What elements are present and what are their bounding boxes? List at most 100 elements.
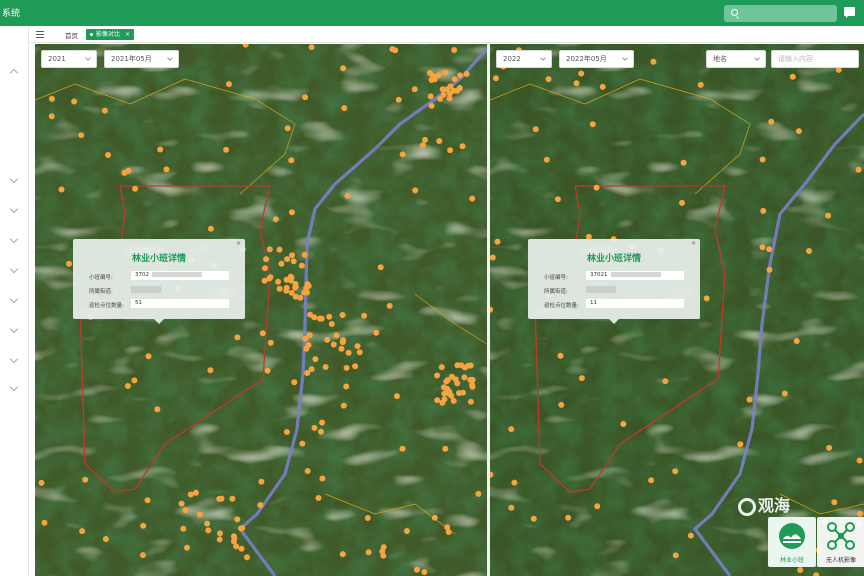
inspection-point[interactable] [192, 489, 199, 496]
inspection-point[interactable] [490, 254, 496, 261]
inspection-point[interactable] [234, 516, 241, 523]
inspection-point[interactable] [662, 378, 669, 385]
inspection-point[interactable] [573, 80, 580, 87]
inspection-point[interactable] [180, 525, 187, 532]
inspection-point[interactable] [857, 510, 864, 517]
inspection-point[interactable] [456, 390, 462, 396]
inspection-point[interactable] [230, 533, 237, 540]
inspection-point[interactable] [411, 86, 418, 93]
inspection-point[interactable] [451, 47, 458, 53]
inspection-point[interactable] [427, 93, 434, 100]
inspection-point[interactable] [365, 549, 372, 556]
inspection-point[interactable] [315, 495, 322, 501]
inspection-point[interactable] [589, 121, 596, 128]
inspection-point[interactable] [121, 169, 128, 176]
inspection-point[interactable] [223, 146, 230, 153]
inspection-point[interactable] [437, 95, 444, 102]
inspection-point[interactable] [746, 396, 753, 403]
inspection-point[interactable] [354, 343, 361, 350]
inspection-point[interactable] [459, 143, 466, 150]
menu-toggle-icon[interactable] [36, 31, 44, 38]
layer-button-forest-plot[interactable]: 林业小班 [768, 517, 816, 567]
inspection-point[interactable] [599, 83, 606, 90]
inspection-point[interactable] [263, 256, 270, 263]
place-type-select[interactable]: 地名 [706, 50, 766, 68]
inspection-point[interactable] [154, 406, 161, 413]
inspection-point[interactable] [532, 126, 539, 133]
inspection-point[interactable] [301, 289, 308, 296]
inspection-point[interactable] [448, 373, 455, 380]
sidebar-collapse-chevron-up-icon[interactable] [9, 68, 19, 78]
inspection-point[interactable] [759, 244, 766, 251]
sidebar-item-chevron-down-icon[interactable] [9, 264, 19, 274]
inspection-point[interactable] [339, 551, 346, 558]
inspection-point[interactable] [283, 287, 290, 294]
inspection-point[interactable] [216, 495, 223, 502]
inspection-point[interactable] [379, 548, 386, 555]
inspection-point[interactable] [82, 476, 89, 483]
inspection-point[interactable] [373, 329, 380, 336]
inspection-point[interactable] [403, 528, 410, 534]
popup-close-icon[interactable]: × [236, 240, 241, 247]
inspection-point[interactable] [793, 338, 800, 344]
inspection-point[interactable] [284, 256, 291, 263]
inspection-point[interactable] [291, 379, 298, 386]
inspection-point[interactable] [311, 424, 318, 431]
inspection-point[interactable] [275, 278, 282, 285]
inspection-point[interactable] [312, 356, 319, 363]
inspection-point[interactable] [131, 377, 138, 384]
inspection-point[interactable] [831, 499, 838, 506]
inspection-point[interactable] [182, 507, 189, 514]
inspection-point[interactable] [276, 285, 283, 292]
inspection-point[interactable] [825, 212, 832, 219]
inspection-point[interactable] [795, 128, 802, 135]
inspection-point[interactable] [697, 81, 704, 88]
inspection-point[interactable] [558, 401, 565, 408]
inspection-point[interactable] [330, 341, 337, 348]
inspection-point[interactable] [648, 477, 655, 484]
inspection-point[interactable] [447, 83, 454, 90]
inspection-point[interactable] [289, 252, 295, 259]
inspection-point[interactable] [766, 266, 773, 273]
inspection-point[interactable] [680, 159, 687, 166]
right-map-pane[interactable]: 2022 2022年05月 地名 请输入内容 × 林业小班详情 小班编号: 37… [490, 44, 864, 576]
inspection-point[interactable] [620, 421, 627, 427]
inspection-point[interactable] [278, 260, 285, 267]
inspection-point[interactable] [58, 186, 65, 193]
inspection-point[interactable] [344, 192, 351, 199]
inspection-point[interactable] [434, 397, 441, 404]
inspection-point[interactable] [257, 502, 264, 509]
inspection-point[interactable] [434, 372, 441, 379]
inspection-point[interactable] [66, 260, 72, 267]
sidebar-item-chevron-down-icon[interactable] [9, 294, 19, 304]
inspection-point[interactable] [205, 527, 212, 534]
sidebar-item-chevron-down-icon[interactable] [9, 234, 19, 244]
inspection-point[interactable] [339, 312, 346, 318]
inspection-point[interactable] [343, 364, 350, 371]
inspection-point[interactable] [855, 166, 862, 173]
inspection-point[interactable] [333, 332, 340, 339]
inspection-point[interactable] [48, 95, 55, 102]
inspection-point[interactable] [364, 515, 371, 521]
inspection-point[interactable] [399, 445, 406, 452]
inspection-point[interactable] [492, 75, 499, 82]
inspection-point[interactable] [467, 398, 474, 405]
inspection-point[interactable] [266, 246, 273, 253]
inspection-point[interactable] [78, 132, 85, 139]
inspection-point[interactable] [826, 444, 833, 451]
inspection-point[interactable] [343, 383, 350, 390]
inspection-point[interactable] [272, 216, 279, 223]
sidebar-item-chevron-down-icon[interactable] [9, 382, 19, 392]
tab-home[interactable]: 首页 [65, 30, 78, 40]
inspection-point[interactable] [431, 76, 438, 83]
inspection-point[interactable] [328, 321, 335, 327]
inspection-point[interactable] [442, 69, 449, 76]
inspection-point[interactable] [352, 363, 359, 370]
inspection-point[interactable] [508, 504, 515, 511]
inspection-point[interactable] [469, 383, 476, 390]
inspection-point[interactable] [267, 339, 274, 346]
inspection-point[interactable] [593, 184, 600, 191]
inspection-point[interactable] [145, 353, 152, 360]
inspection-point[interactable] [288, 157, 295, 164]
sidebar-item-chevron-down-icon[interactable] [9, 324, 19, 334]
